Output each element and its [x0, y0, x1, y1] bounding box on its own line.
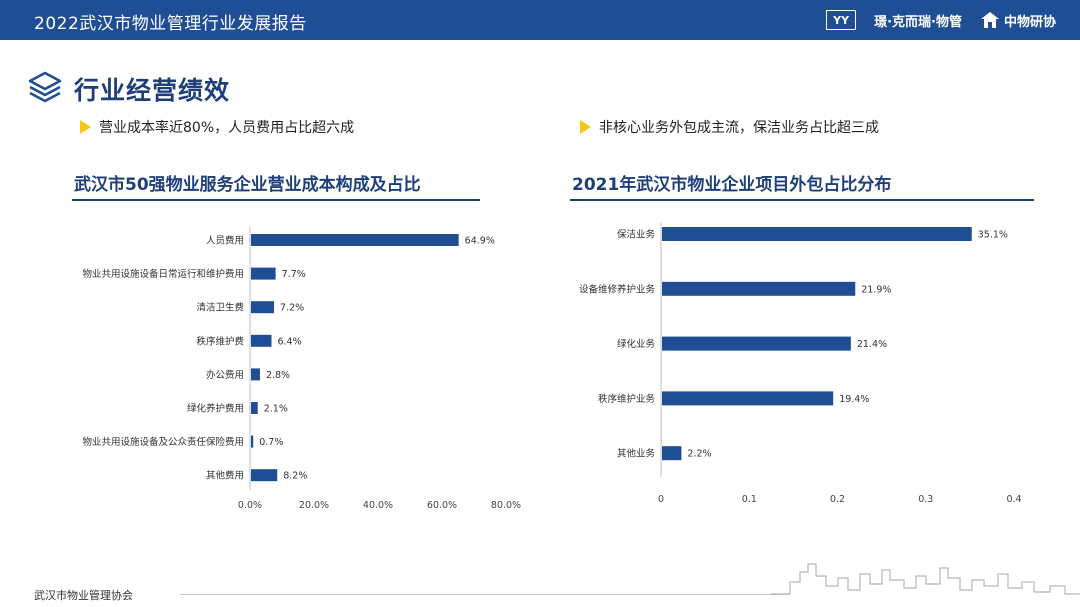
report-title: 2022武汉市物业管理行业发展报告	[34, 14, 307, 34]
x-tick-label: 0.1	[742, 494, 757, 505]
bar	[251, 234, 459, 246]
footer-divider	[180, 594, 790, 595]
data-label: 21.9%	[861, 284, 891, 295]
bullet-right: 非核心业务外包成主流，保洁业务占比超三成	[580, 117, 879, 137]
x-tick-label: 0.0%	[238, 500, 262, 511]
data-label: 7.2%	[280, 303, 304, 314]
bar	[251, 301, 275, 314]
bar	[251, 435, 254, 448]
data-label: 35.1%	[978, 230, 1008, 241]
bar	[251, 469, 278, 482]
chart-rule-left	[72, 199, 480, 201]
category-label: 办公费用	[206, 369, 244, 381]
data-label: 64.9%	[465, 236, 495, 247]
category-label: 清洁卫生费	[196, 302, 244, 314]
x-tick-label: 0.2	[830, 494, 845, 505]
data-label: 19.4%	[839, 394, 869, 405]
bar	[662, 391, 834, 406]
yy-logo: YY	[826, 10, 857, 30]
data-label: 2.2%	[687, 449, 711, 460]
x-tick-label: 20.0%	[299, 500, 329, 511]
bar	[662, 281, 856, 296]
bar	[251, 267, 276, 280]
x-tick-label: 40.0%	[363, 500, 393, 511]
bar	[662, 227, 972, 241]
bar	[251, 368, 260, 381]
category-label: 设备维修养护业务	[579, 283, 656, 295]
category-label: 物业共用设施设备及公众责任保险费用	[82, 436, 244, 448]
bar	[251, 402, 258, 414]
bullet-left-text: 营业成本率近80%，人员费用占比超六成	[99, 120, 355, 136]
data-label: 21.4%	[857, 339, 887, 350]
outsourcing-chart: 保洁业务 35.1% 设备维修养护业务 21.9% 绿化业务 21.4% 秩序维护业务 19.…	[579, 223, 1022, 505]
category-label: 保洁业务	[617, 229, 656, 241]
section-title: 行业经营绩效	[74, 76, 231, 105]
cpmri-logo-text: 中物研协	[1003, 14, 1056, 30]
data-label: 7.7%	[282, 269, 306, 280]
bar	[662, 336, 851, 351]
category-label: 秩序维护费	[196, 335, 244, 347]
data-label: 6.4%	[277, 336, 301, 347]
bar	[251, 334, 272, 347]
category-label: 其他业务	[617, 448, 656, 460]
data-label: 0.7%	[259, 437, 283, 448]
x-tick-label: 0.4	[1006, 494, 1021, 505]
footer-text: 武汉市物业管理协会	[34, 589, 133, 602]
bullet-triangle-icon	[580, 120, 591, 134]
category-label: 其他费用	[206, 470, 244, 482]
bullet-triangle-icon	[80, 120, 91, 134]
layers-icon	[28, 71, 62, 103]
x-tick-label: 60.0%	[427, 500, 457, 511]
header-logos: YY 璟·克而瑞·物管 中物研协	[826, 8, 1056, 32]
data-label: 2.1%	[264, 404, 288, 415]
category-label: 绿化业务	[617, 338, 656, 350]
category-label: 人员费用	[206, 235, 244, 247]
header-bar: 2022武汉市物业管理行业发展报告 YY 璟·克而瑞·物管 中物研协	[0, 0, 1080, 40]
category-label: 绿化养护费用	[187, 403, 244, 415]
cpmri-logo: 中物研协	[980, 11, 1056, 30]
cost-structure-chart: 人员费用 64.9% 物业共用设施设备日常运行和维护费用 7.7% 清洁卫生费 7.2% 秩…	[82, 227, 521, 511]
bar	[662, 446, 682, 461]
x-tick-label: 0.3	[918, 494, 933, 505]
x-tick-label: 0	[658, 494, 664, 505]
chart-rule-right	[570, 199, 1034, 201]
cric-logo: 璟·克而瑞·物管	[874, 14, 962, 30]
category-label: 秩序维护业务	[598, 393, 656, 405]
city-skyline-icon	[770, 563, 1080, 595]
house-icon	[980, 12, 999, 28]
chart-title-left: 武汉市50强物业服务企业营业成本构成及占比	[74, 175, 421, 195]
x-tick-label: 80.0%	[491, 500, 521, 511]
category-label: 物业共用设施设备日常运行和维护费用	[82, 268, 244, 280]
data-label: 8.2%	[283, 471, 307, 482]
data-label: 2.8%	[266, 370, 290, 381]
bullet-left: 营业成本率近80%，人员费用占比超六成	[80, 117, 354, 137]
bullet-right-text: 非核心业务外包成主流，保洁业务占比超三成	[599, 120, 879, 136]
chart-title-right: 2021年武汉市物业企业项目外包占比分布	[572, 175, 892, 195]
